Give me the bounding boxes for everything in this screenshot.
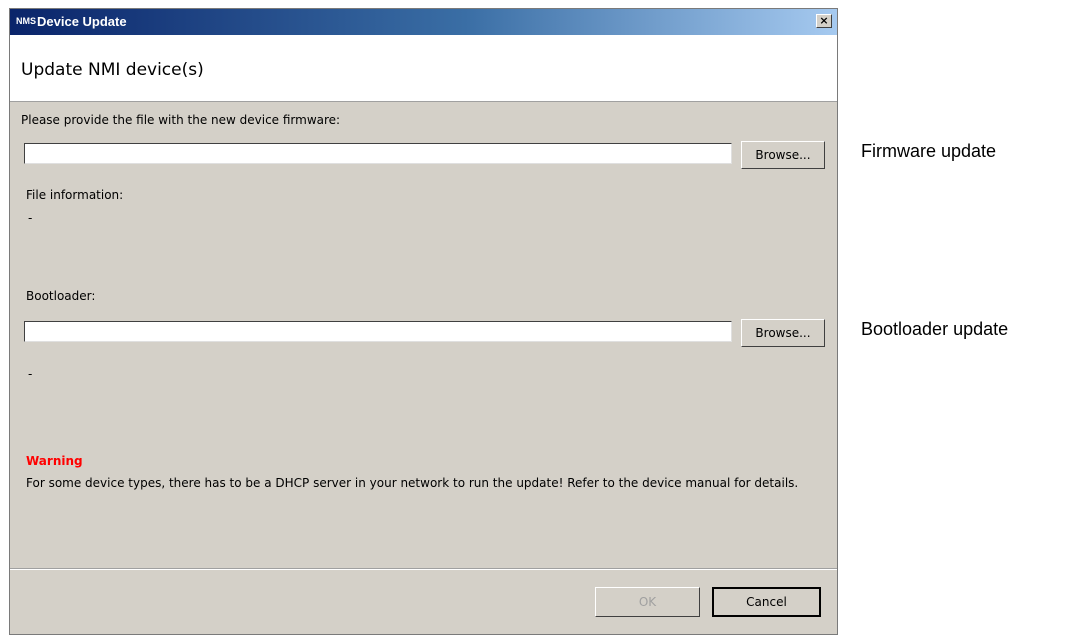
bootloader-info-value: - (28, 367, 33, 381)
bootloader-file-input[interactable] (24, 321, 732, 342)
bootloader-label: Bootloader: (26, 289, 96, 303)
device-update-dialog: NMS Device Update × Update NMI device(s)… (9, 8, 838, 635)
firmware-update-annotation: Firmware update (861, 141, 997, 161)
file-information-label: File information: (26, 188, 124, 202)
firmware-file-input[interactable] (24, 143, 732, 164)
close-icon: × (819, 14, 829, 27)
footer-separator (10, 568, 837, 570)
page-title: Update NMI device(s) (21, 60, 204, 80)
cancel-button[interactable]: Cancel (712, 587, 821, 617)
window-title: Device Update (37, 14, 127, 29)
file-information-value: - (28, 211, 33, 225)
firmware-browse-button[interactable]: Browse... (741, 141, 825, 169)
firmware-prompt-label: Please provide the file with the new dev… (21, 113, 341, 127)
bootloader-browse-button[interactable]: Browse... (741, 319, 825, 347)
warning-title: Warning (26, 454, 83, 468)
warning-text: For some device types, there has to be a… (26, 476, 799, 490)
bootloader-update-annotation: Bootloader update (861, 319, 1009, 339)
header-panel: Update NMI device(s) (10, 35, 837, 102)
title-bar[interactable]: NMS Device Update × (10, 9, 837, 35)
ok-button[interactable]: OK (595, 587, 700, 617)
close-button[interactable]: × (816, 14, 832, 28)
app-logo-icon: NMS (16, 16, 36, 26)
